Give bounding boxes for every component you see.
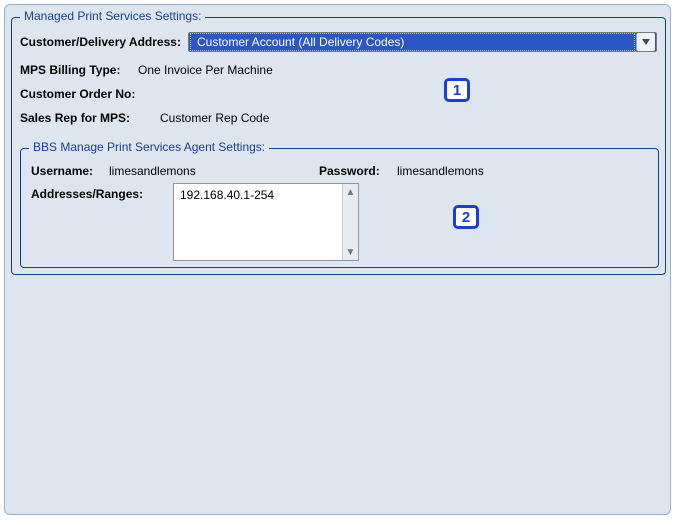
password-label: Password: [319, 164, 397, 178]
customer-order-label: Customer Order No: [20, 87, 160, 101]
billing-type-label: MPS Billing Type: [20, 63, 138, 77]
customer-address-label: Customer/Delivery Address: [20, 35, 182, 49]
bbs-agent-settings-legend: BBS Manage Print Services Agent Settings… [29, 140, 269, 154]
settings-panel: Managed Print Services Settings: Custome… [4, 4, 671, 515]
chevron-down-icon [642, 39, 650, 45]
bbs-agent-settings-group: BBS Manage Print Services Agent Settings… [20, 148, 659, 268]
scroll-down-icon: ▼ [343, 244, 358, 260]
password-value: limesandlemons [397, 164, 484, 178]
callout-badge-2: 2 [453, 205, 479, 229]
customer-address-combobox[interactable]: Customer Account (All Delivery Codes) [188, 32, 657, 52]
billing-type-value: One Invoice Per Machine [138, 63, 273, 77]
username-value: limesandlemons [109, 164, 309, 178]
username-label: Username: [31, 164, 109, 178]
combobox-dropdown-button[interactable] [636, 33, 655, 51]
textarea-scrollbar[interactable]: ▲ ▼ [342, 184, 358, 260]
addresses-textarea[interactable] [173, 183, 359, 261]
sales-rep-label: Sales Rep for MPS: [20, 111, 160, 125]
customer-address-selected: Customer Account (All Delivery Codes) [190, 33, 635, 51]
sales-rep-value: Customer Rep Code [160, 111, 269, 125]
mps-settings-group: Managed Print Services Settings: Custome… [11, 17, 666, 275]
callout-badge-1: 1 [444, 78, 470, 102]
addresses-label: Addresses/Ranges: [31, 187, 143, 201]
mps-settings-legend: Managed Print Services Settings: [20, 9, 205, 23]
scroll-up-icon: ▲ [343, 184, 358, 200]
